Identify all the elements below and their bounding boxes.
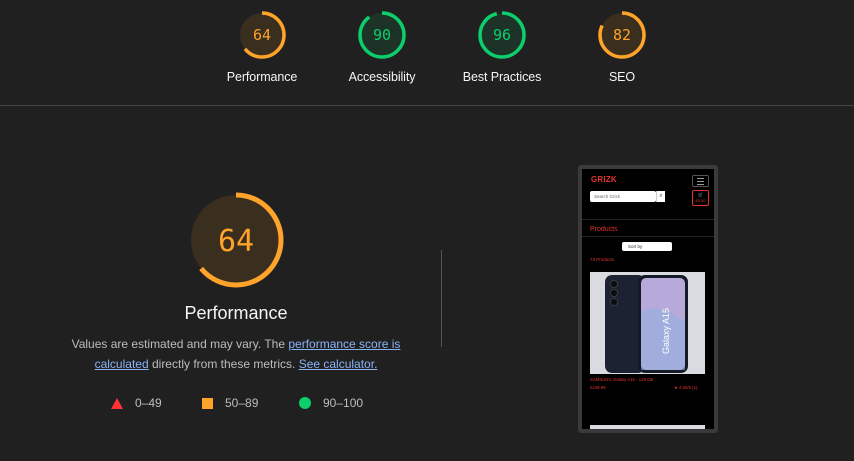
accessibility-label: Accessibility: [348, 70, 416, 84]
see-calculator-link[interactable]: See calculator.: [299, 357, 378, 371]
legend-average: 50–89: [202, 394, 258, 412]
product-name: SAMSUNG Galaxy A15 - 128 GB: [590, 377, 654, 382]
score-legend: 0–49 50–89 90–100: [0, 394, 470, 412]
performance-label: Performance: [226, 70, 298, 84]
legend-pass: 90–100: [299, 394, 363, 412]
products-heading: Products: [590, 226, 618, 233]
divider-line: [582, 219, 714, 220]
product-image-text: Galaxy A15: [661, 308, 671, 354]
triangle-icon: [111, 397, 123, 409]
product-rating: ★ 4.00/5 (1): [674, 385, 698, 390]
cart-price: £0.00: [695, 198, 706, 203]
description-text-middle: directly from these metrics.: [148, 357, 299, 371]
next-product-image: [590, 425, 705, 429]
final-screenshot-thumbnail[interactable]: GRIZK Search Grizk ⌕ 🛒 £0.00 Products Sor…: [578, 165, 718, 433]
performance-main-score: 64: [218, 224, 254, 259]
product-image: Galaxy A15: [590, 272, 705, 374]
score-seo[interactable]: 82 SEO: [562, 10, 682, 84]
best-practices-label: Best Practices: [462, 70, 542, 84]
hamburger-menu-icon: [692, 175, 709, 187]
performance-gauge: 64: [238, 11, 286, 59]
site-search-input: Search Grizk: [590, 191, 656, 202]
performance-description: Values are estimated and may vary. The p…: [56, 334, 416, 374]
legend-fail-range: 0–49: [135, 396, 162, 410]
square-icon: [202, 397, 213, 409]
accessibility-score: 90: [373, 26, 391, 44]
legend-pass-range: 90–100: [323, 396, 364, 410]
divider-line: [582, 236, 714, 237]
performance-score: 64: [253, 26, 271, 44]
performance-main-gauge: 64: [188, 192, 284, 288]
product-count: 73 Products: [590, 257, 615, 262]
best-practices-gauge: 96: [478, 11, 526, 59]
best-practices-score: 96: [493, 26, 511, 44]
score-summary-bar: 64 Performance 90 Accessibility 96 Best …: [0, 0, 854, 106]
search-icon: ⌕: [656, 191, 665, 202]
score-best-practices[interactable]: 96 Best Practices: [442, 10, 562, 84]
circle-icon: [299, 397, 311, 409]
legend-fail: 0–49: [111, 394, 162, 412]
screenshot-screen: GRIZK Search Grizk ⌕ 🛒 £0.00 Products Sor…: [582, 169, 714, 429]
seo-gauge: 82: [598, 11, 646, 59]
legend-average-range: 50–89: [225, 396, 259, 410]
section-divider: [441, 250, 442, 347]
seo-score: 82: [613, 26, 631, 44]
seo-label: SEO: [608, 70, 636, 84]
product-price: £249.99: [590, 385, 606, 390]
score-performance[interactable]: 64 Performance: [202, 10, 322, 84]
accessibility-gauge: 90: [358, 11, 406, 59]
sort-select: Sort by: [622, 242, 672, 251]
score-accessibility[interactable]: 90 Accessibility: [322, 10, 442, 84]
performance-title: Performance: [184, 303, 288, 323]
cart-icon: 🛒 £0.00: [692, 190, 709, 206]
site-logo: GRIZK: [591, 175, 617, 184]
description-text: Values are estimated and may vary. The: [71, 337, 289, 351]
